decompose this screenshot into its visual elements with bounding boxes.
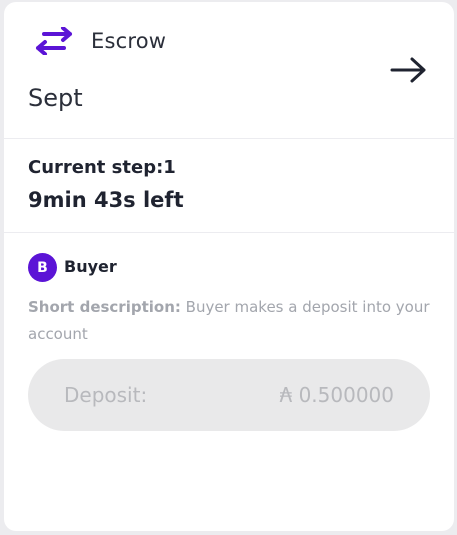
current-step-label: Current step:1: [28, 157, 176, 178]
arrow-right-icon[interactable]: [390, 56, 428, 84]
deposit-amount: ₳ 0.500000: [279, 383, 394, 407]
avatar: B: [28, 253, 57, 282]
escrow-name: Sept: [28, 84, 83, 112]
deposit-button[interactable]: Deposit: ₳ 0.500000: [28, 359, 430, 431]
description-key: Short description:: [28, 298, 181, 316]
step-section: Current step:1 9min 43s left: [4, 139, 454, 233]
card-title: Escrow: [91, 29, 167, 53]
short-description: Short description: Buyer makes a deposit…: [28, 294, 433, 348]
card-header: Escrow Sept: [4, 2, 454, 139]
role-label: Buyer: [64, 257, 117, 276]
escrow-card: Escrow Sept Current step:1 9min 43s left…: [4, 2, 454, 531]
time-left-label: 9min 43s left: [28, 188, 184, 212]
swap-arrows-icon: [34, 26, 74, 56]
deposit-label: Deposit:: [64, 383, 148, 407]
